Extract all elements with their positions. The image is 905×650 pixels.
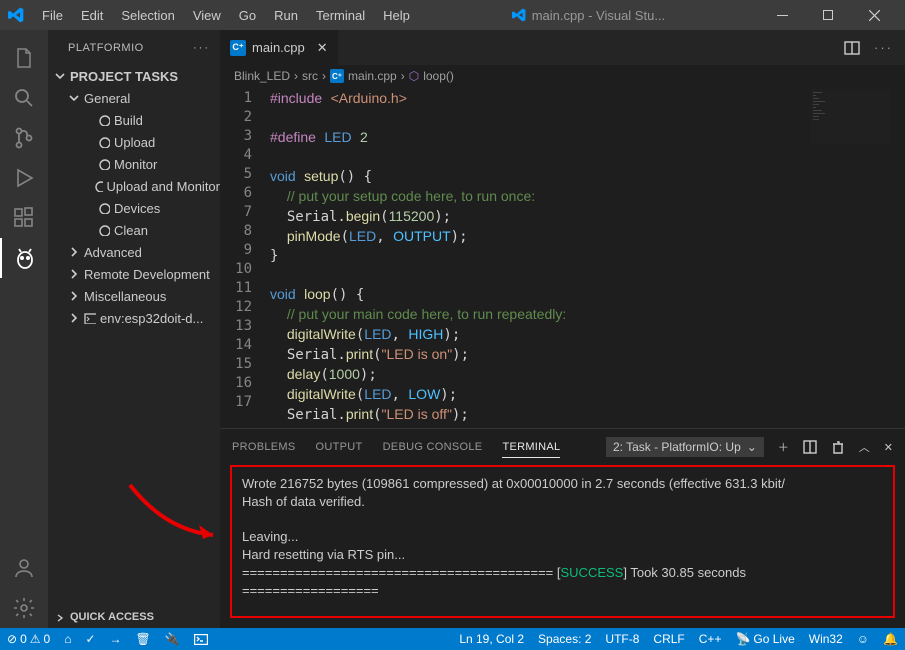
close-tab-icon[interactable]: ✕ <box>317 40 328 56</box>
tree-item[interactable]: Clean <box>48 219 220 241</box>
panel-tab-terminal[interactable]: TERMINAL <box>502 441 560 458</box>
terminal-output[interactable]: Wrote 216752 bytes (109861 compressed) a… <box>230 465 895 618</box>
menu-terminal[interactable]: Terminal <box>308 4 373 27</box>
explorer-icon[interactable] <box>0 38 48 78</box>
panel-tab-problems[interactable]: PROBLEMS <box>232 441 296 457</box>
code-content[interactable]: #include <Arduino.h> #define LED 2 void … <box>270 87 905 428</box>
eol[interactable]: CRLF <box>646 628 691 650</box>
activity-bar <box>0 30 48 628</box>
tree-item[interactable]: Devices <box>48 197 220 219</box>
window-controls <box>759 0 897 30</box>
tree-item[interactable]: Remote Development <box>48 263 220 285</box>
tree-item[interactable]: Build <box>48 109 220 131</box>
editor-area: C⁺ main.cpp ✕ ··· Blink_LED› src› C⁺ mai… <box>220 30 905 628</box>
code-editor[interactable]: 1234567891011121314151617 #include <Ardu… <box>220 87 905 428</box>
pio-home-icon[interactable]: ⌂ <box>57 628 78 650</box>
tab-main-cpp[interactable]: C⁺ main.cpp ✕ <box>220 30 338 65</box>
accounts-icon[interactable] <box>0 548 48 588</box>
cpp-file-icon: C⁺ <box>230 40 246 56</box>
encoding[interactable]: UTF-8 <box>598 628 646 650</box>
pio-clean-icon[interactable]: 🗑 <box>129 628 158 650</box>
settings-gear-icon[interactable] <box>0 588 48 628</box>
pio-terminal-icon[interactable] <box>187 628 215 650</box>
line-numbers: 1234567891011121314151617 <box>220 87 270 428</box>
menu-selection[interactable]: Selection <box>113 4 182 27</box>
new-terminal-icon[interactable]: ＋ <box>778 439 789 455</box>
pio-upload-icon[interactable]: → <box>103 628 129 650</box>
platform[interactable]: Win32 <box>802 628 850 650</box>
tree-item[interactable]: env:esp32doit-d... <box>48 307 220 329</box>
cursor-position[interactable]: Ln 19, Col 2 <box>452 628 531 650</box>
tree-item[interactable]: General <box>48 87 220 109</box>
minimap[interactable]: ▬▬▬▬▬▬▬▬▬▬▬▬▬▬▬▬▬▬▬▬▬▬▬▬ <box>811 89 891 144</box>
tree-item[interactable]: Miscellaneous <box>48 285 220 307</box>
sidebar: PLATFORMIO ··· PROJECT TASKSGeneralBuild… <box>48 30 220 628</box>
extensions-icon[interactable] <box>0 198 48 238</box>
tree-item[interactable]: Upload and Monitor <box>48 175 220 197</box>
notifications-icon[interactable]: 🔔 <box>876 628 905 650</box>
quick-access-section[interactable]: QUICK ACCESS <box>48 606 220 628</box>
minimize-button[interactable] <box>759 0 805 30</box>
menu-bar: FileEditSelectionViewGoRunTerminalHelp <box>34 4 418 27</box>
panel-tab-output[interactable]: OUTPUT <box>316 441 363 457</box>
more-icon[interactable]: ··· <box>193 42 210 54</box>
search-icon[interactable] <box>0 78 48 118</box>
symbol-icon: ⬡ <box>409 69 419 83</box>
maximize-panel-icon[interactable]: ︿ <box>859 439 870 455</box>
language-mode[interactable]: C++ <box>692 628 729 650</box>
more-actions-icon[interactable]: ··· <box>874 40 893 56</box>
tree-item[interactable]: PROJECT TASKS <box>48 65 220 87</box>
close-button[interactable] <box>851 0 897 30</box>
run-debug-icon[interactable] <box>0 158 48 198</box>
sidebar-header: PLATFORMIO ··· <box>48 30 220 65</box>
feedback-icon[interactable]: ☺ <box>850 628 876 650</box>
tree-item[interactable]: Monitor <box>48 153 220 175</box>
breadcrumb[interactable]: Blink_LED› src› C⁺ main.cpp› ⬡ loop() <box>220 65 905 87</box>
errors-warnings[interactable]: ⊘0 ⚠0 <box>0 628 57 650</box>
menu-view[interactable]: View <box>185 4 229 27</box>
tree-item[interactable]: Advanced <box>48 241 220 263</box>
close-panel-icon[interactable]: ✕ <box>884 441 893 454</box>
project-tasks-tree: PROJECT TASKSGeneralBuildUploadMonitorUp… <box>48 65 220 606</box>
maximize-button[interactable] <box>805 0 851 30</box>
tree-item[interactable]: Upload <box>48 131 220 153</box>
platformio-icon[interactable] <box>0 238 48 278</box>
bottom-panel: PROBLEMS OUTPUT DEBUG CONSOLE TERMINAL 2: T… <box>220 428 905 628</box>
indent-setting[interactable]: Spaces: 2 <box>531 628 598 650</box>
menu-run[interactable]: Run <box>266 4 306 27</box>
menu-help[interactable]: Help <box>375 4 418 27</box>
kill-terminal-icon[interactable] <box>831 440 845 454</box>
split-editor-icon[interactable] <box>844 40 860 56</box>
pio-monitor-icon[interactable]: 🔌 <box>158 628 187 650</box>
cpp-file-icon: C⁺ <box>330 69 344 83</box>
window-title: main.cpp - Visual Stu... <box>418 8 759 23</box>
menu-go[interactable]: Go <box>231 4 264 27</box>
status-bar: ⊘0 ⚠0 ⌂ ✓ → 🗑 🔌 Ln 19, Col 2 Spaces: 2 U… <box>0 628 905 650</box>
split-terminal-icon[interactable] <box>803 440 817 454</box>
panel-tabs: PROBLEMS OUTPUT DEBUG CONSOLE TERMINAL 2: T… <box>220 429 905 465</box>
menu-file[interactable]: File <box>34 4 71 27</box>
menu-edit[interactable]: Edit <box>73 4 111 27</box>
panel-tab-debug-console[interactable]: DEBUG CONSOLE <box>383 441 483 457</box>
vscode-logo-icon <box>8 7 24 23</box>
title-bar: FileEditSelectionViewGoRunTerminalHelp m… <box>0 0 905 30</box>
go-live[interactable]: 📡 Go Live <box>728 628 801 650</box>
source-control-icon[interactable] <box>0 118 48 158</box>
terminal-selector[interactable]: 2: Task - PlatformIO: Up ⌄ <box>606 437 764 457</box>
pio-build-icon[interactable]: ✓ <box>78 628 102 650</box>
editor-tabs: C⁺ main.cpp ✕ ··· <box>220 30 905 65</box>
